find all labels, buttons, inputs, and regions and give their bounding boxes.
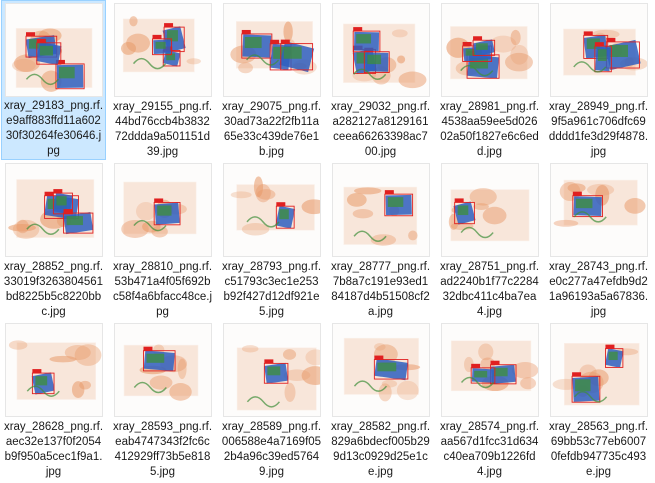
xray-thumbnail-image (332, 324, 429, 416)
file-name-label: xray_28793_png.rf.c51793c3ec1e253b92f427… (221, 261, 322, 318)
file-item[interactable]: xray_28593_png.rf.eab4747343f2fc6c412929… (110, 320, 215, 480)
file-item[interactable]: xray_28981_png.rf.4538aa59ee5d02602a50f1… (437, 0, 542, 160)
file-name-label: xray_28743_png.rf.e0c277a47efdb9d21a9619… (548, 261, 649, 318)
thumbnail-frame (546, 322, 651, 418)
file-item[interactable]: xray_28582_png.rf.829a6bdecf005b299d13c0… (328, 320, 433, 480)
thumbnail-frame (546, 2, 651, 98)
thumbnail-frame (219, 322, 324, 418)
file-item[interactable]: xray_29155_png.rf.44bd76ccb4b383272ddda9… (110, 0, 215, 160)
xray-thumbnail-image (550, 4, 647, 96)
file-item[interactable]: xray_28751_png.rf.ad2240b1f77c228432dbc4… (437, 160, 542, 320)
thumbnail-frame (1, 322, 106, 418)
file-name-label: xray_28563_png.rf.69bb53c77eb60070fefdb9… (548, 421, 649, 478)
xray-thumbnail-image (5, 4, 102, 96)
xray-thumbnail-image (223, 164, 320, 256)
file-item[interactable]: xray_29032_png.rf.a282127a8129161ceea662… (328, 0, 433, 160)
xray-thumbnail-image (441, 324, 538, 416)
thumbnail-frame (328, 322, 433, 418)
file-name-label: xray_28981_png.rf.4538aa59ee5d02602a50f1… (439, 101, 540, 158)
file-item[interactable]: xray_28743_png.rf.e0c277a47efdb9d21a9619… (546, 160, 651, 320)
file-name-label: xray_28589_png.rf.006588e4a7169f052b4a96… (221, 421, 322, 478)
xray-thumbnail-image (114, 324, 211, 416)
file-item[interactable]: xray_28949_png.rf.9f5a961c706dfc69dddd1f… (546, 0, 651, 160)
file-name-label: xray_29183_png.rf.e9aff883ffd11a60230f30… (3, 100, 104, 157)
thumbnail-frame (110, 322, 215, 418)
xray-thumbnail-image (5, 164, 102, 256)
xray-thumbnail-image (550, 164, 647, 256)
thumbnail-frame (546, 162, 651, 258)
file-name-label: xray_28574_png.rf.aa567d1fcc31d634c40ea7… (439, 421, 540, 478)
thumbnail-frame (437, 322, 542, 418)
file-name-label: xray_28628_png.rf.aec32e137f0f2054b9f950… (3, 421, 104, 478)
file-name-label: xray_29075_png.rf.30ad73a22f2fb11a65e33c… (221, 101, 322, 158)
xray-thumbnail-image (332, 164, 429, 256)
file-item[interactable]: xray_28852_png.rf.33019f3263804561bd8225… (1, 160, 106, 320)
xray-thumbnail-image (114, 4, 211, 96)
file-item[interactable]: xray_28810_png.rf.53b471a4f05f692bc58f4a… (110, 160, 215, 320)
file-thumbnail-grid: xray_29183_png.rf.e9aff883ffd11a60230f30… (1, 0, 655, 480)
thumbnail-frame (110, 162, 215, 258)
thumbnail-frame (219, 162, 324, 258)
xray-thumbnail-image (332, 4, 429, 96)
file-item[interactable]: xray_28777_png.rf.7b8a7c191e93ed184187d4… (328, 160, 433, 320)
thumbnail-frame (219, 2, 324, 98)
file-name-label: xray_28751_png.rf.ad2240b1f77c228432dbc4… (439, 261, 540, 318)
file-name-label: xray_28593_png.rf.eab4747343f2fc6c412929… (112, 421, 213, 478)
file-item[interactable]: xray_28628_png.rf.aec32e137f0f2054b9f950… (1, 320, 106, 480)
file-name-label: xray_28582_png.rf.829a6bdecf005b299d13c0… (330, 421, 431, 478)
xray-thumbnail-image (441, 4, 538, 96)
file-name-label: xray_29032_png.rf.a282127a8129161ceea662… (330, 101, 431, 158)
xray-thumbnail-image (223, 4, 320, 96)
xray-thumbnail-image (114, 164, 211, 256)
thumbnail-frame (110, 2, 215, 98)
file-item[interactable]: xray_28793_png.rf.c51793c3ec1e253b92f427… (219, 160, 324, 320)
xray-thumbnail-image (550, 324, 647, 416)
xray-thumbnail-image (223, 324, 320, 416)
xray-thumbnail-image (5, 324, 102, 416)
thumbnail-frame (328, 2, 433, 98)
file-item[interactable]: xray_28563_png.rf.69bb53c77eb60070fefdb9… (546, 320, 651, 480)
file-item[interactable]: xray_28589_png.rf.006588e4a7169f052b4a96… (219, 320, 324, 480)
file-item[interactable]: xray_28574_png.rf.aa567d1fcc31d634c40ea7… (437, 320, 542, 480)
thumbnail-frame (1, 162, 106, 258)
thumbnail-frame (437, 162, 542, 258)
thumbnail-frame (1, 3, 106, 97)
file-item[interactable]: xray_29075_png.rf.30ad73a22f2fb11a65e33c… (219, 0, 324, 160)
thumbnail-frame (328, 162, 433, 258)
file-name-label: xray_29155_png.rf.44bd76ccb4b383272ddda9… (112, 101, 213, 158)
xray-thumbnail-image (441, 164, 538, 256)
file-name-label: xray_28852_png.rf.33019f3263804561bd8225… (3, 261, 104, 318)
file-name-label: xray_28777_png.rf.7b8a7c191e93ed184187d4… (330, 261, 431, 318)
thumbnail-frame (437, 2, 542, 98)
file-name-label: xray_28810_png.rf.53b471a4f05f692bc58f4a… (112, 261, 213, 318)
file-name-label: xray_28949_png.rf.9f5a961c706dfc69dddd1f… (548, 101, 649, 158)
file-item[interactable]: xray_29183_png.rf.e9aff883ffd11a60230f30… (1, 0, 106, 160)
